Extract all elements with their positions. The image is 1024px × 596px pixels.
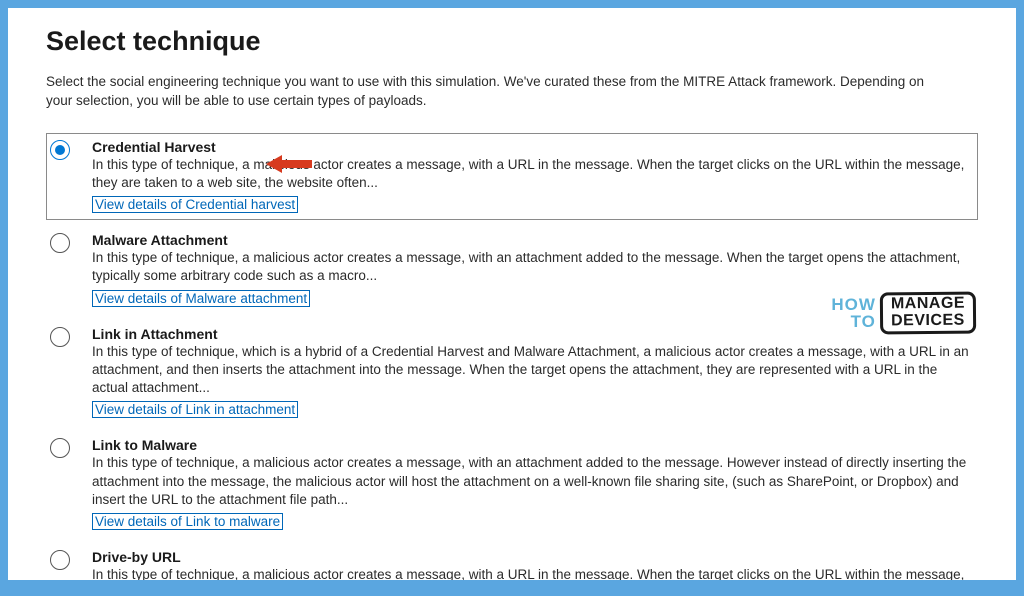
- view-details-link-in-attachment[interactable]: View details of Link in attachment: [92, 401, 298, 418]
- option-title: Credential Harvest: [92, 139, 970, 155]
- radio-link-to-malware[interactable]: [50, 438, 70, 458]
- radio-link-in-attachment[interactable]: [50, 327, 70, 347]
- technique-options: Credential Harvest In this type of techn…: [46, 133, 978, 580]
- option-desc: In this type of technique, which is a hy…: [92, 343, 970, 398]
- option-credential-harvest[interactable]: Credential Harvest In this type of techn…: [46, 133, 978, 220]
- option-drive-by-url[interactable]: Drive-by URL In this type of technique, …: [46, 543, 978, 580]
- radio-drive-by-url[interactable]: [50, 550, 70, 570]
- option-desc: In this type of technique, a malicious a…: [92, 156, 970, 192]
- view-details-credential-harvest[interactable]: View details of Credential harvest: [92, 196, 298, 213]
- option-desc: In this type of technique, a malicious a…: [92, 566, 970, 580]
- option-malware-attachment[interactable]: Malware Attachment In this type of techn…: [46, 226, 978, 313]
- option-title: Link to Malware: [92, 437, 970, 453]
- option-title: Link in Attachment: [92, 326, 970, 342]
- radio-malware-attachment[interactable]: [50, 233, 70, 253]
- page-title: Select technique: [46, 26, 978, 57]
- option-link-in-attachment[interactable]: Link in Attachment In this type of techn…: [46, 320, 978, 426]
- option-title: Malware Attachment: [92, 232, 970, 248]
- option-title: Drive-by URL: [92, 549, 970, 565]
- option-desc: In this type of technique, a malicious a…: [92, 249, 970, 285]
- option-link-to-malware[interactable]: Link to Malware In this type of techniqu…: [46, 431, 978, 537]
- view-details-link-to-malware[interactable]: View details of Link to malware: [92, 513, 283, 530]
- view-details-malware-attachment[interactable]: View details of Malware attachment: [92, 290, 310, 307]
- radio-credential-harvest[interactable]: [50, 140, 70, 160]
- page-intro: Select the social engineering technique …: [46, 73, 946, 111]
- option-desc: In this type of technique, a malicious a…: [92, 454, 970, 509]
